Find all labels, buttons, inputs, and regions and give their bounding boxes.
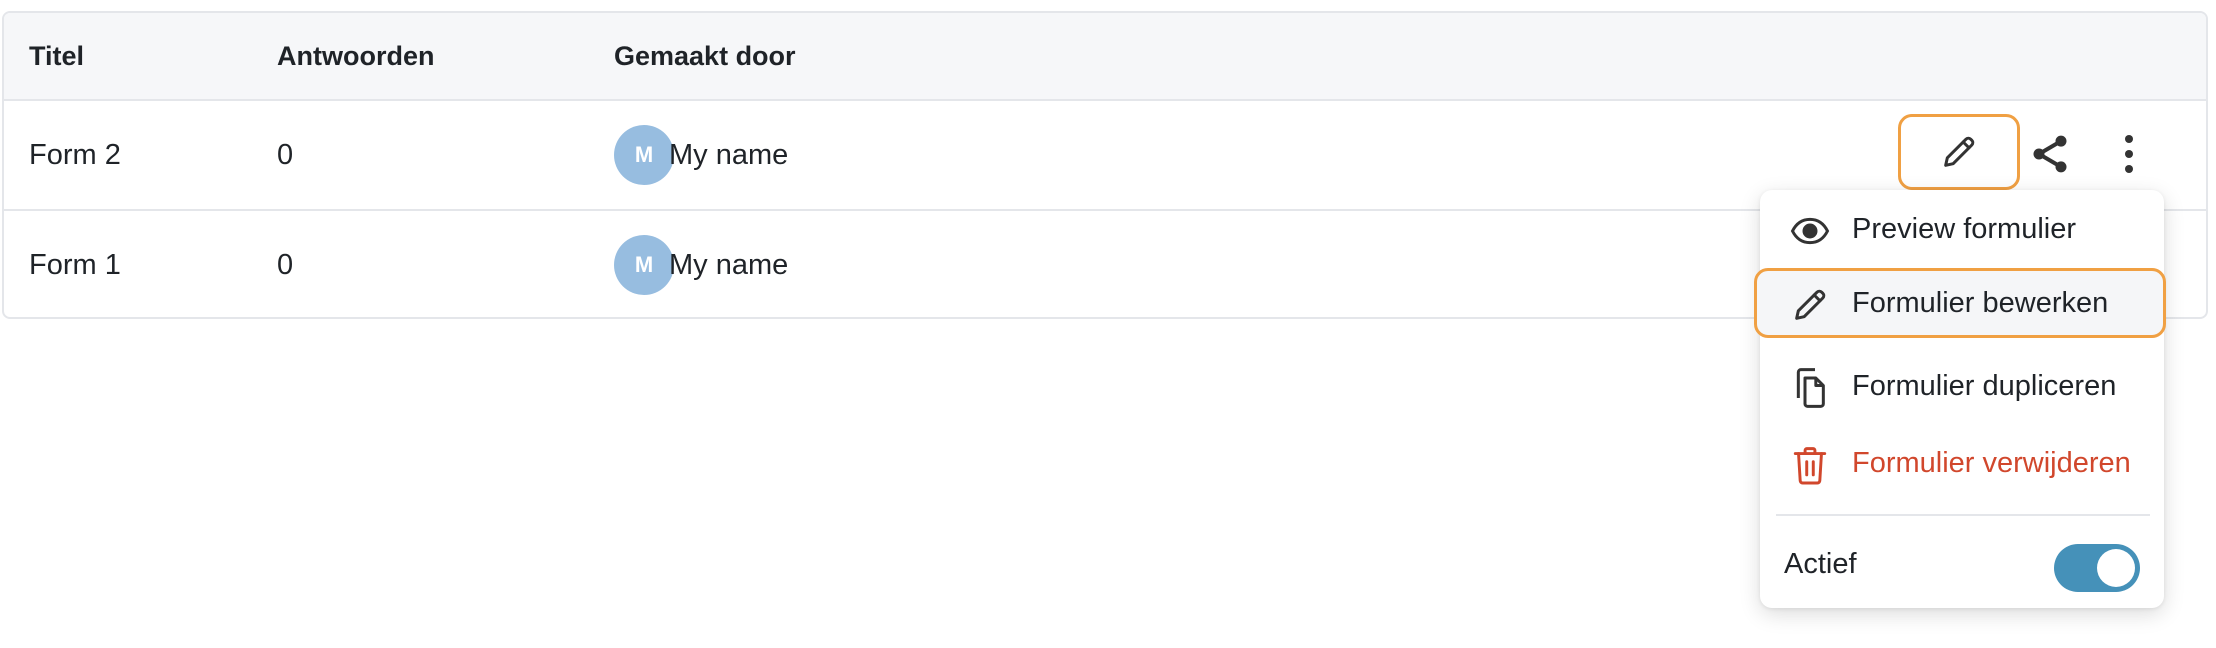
form-title[interactable]: Form 2	[29, 101, 121, 209]
menu-item-label: Formulier bewerken	[1852, 286, 2109, 319]
author-name: My name	[669, 249, 789, 281]
answers-count: 0	[277, 139, 294, 171]
active-toggle-label: Actief	[1784, 548, 1857, 580]
pencil-icon	[1790, 285, 1830, 325]
toggle-knob	[2097, 549, 2135, 587]
menu-item-duplicate-form[interactable]: Formulier dupliceren	[1760, 351, 2164, 421]
eye-icon	[1790, 211, 1830, 251]
menu-item-edit-form[interactable]: Formulier bewerken	[1754, 268, 2166, 338]
menu-item-preview-form[interactable]: Preview formulier	[1760, 194, 2164, 264]
answers-count: 0	[277, 249, 294, 281]
table-header: Titel Antwoorden Gemaakt door	[4, 13, 2206, 101]
share-form-button[interactable]	[2018, 122, 2082, 186]
copy-icon	[1790, 368, 1830, 408]
share-icon	[2028, 132, 2072, 176]
menu-item-label: Preview formulier	[1852, 212, 2076, 245]
menu-item-label: Formulier dupliceren	[1852, 369, 2117, 402]
vertical-dots-icon	[2123, 134, 2135, 174]
edit-form-button[interactable]	[1898, 114, 2020, 190]
column-header-created-by[interactable]: Gemaakt door	[614, 13, 796, 99]
more-options-button[interactable]	[2100, 122, 2158, 186]
menu-divider	[1776, 514, 2150, 516]
column-header-answers[interactable]: Antwoorden	[277, 13, 434, 99]
menu-item-label: Formulier verwijderen	[1852, 446, 2131, 479]
column-header-title[interactable]: Titel	[29, 13, 84, 99]
avatar: M	[614, 235, 674, 295]
form-title[interactable]: Form 1	[29, 211, 121, 317]
author-name: My name	[669, 139, 789, 171]
active-toggle[interactable]	[2054, 544, 2140, 592]
pencil-icon	[1939, 132, 1979, 172]
form-actions-menu: Preview formulier Formulier bewerken For…	[1754, 190, 2166, 608]
trash-icon	[1790, 445, 1830, 485]
menu-item-delete-form[interactable]: Formulier verwijderen	[1760, 428, 2164, 498]
avatar: M	[614, 125, 674, 185]
